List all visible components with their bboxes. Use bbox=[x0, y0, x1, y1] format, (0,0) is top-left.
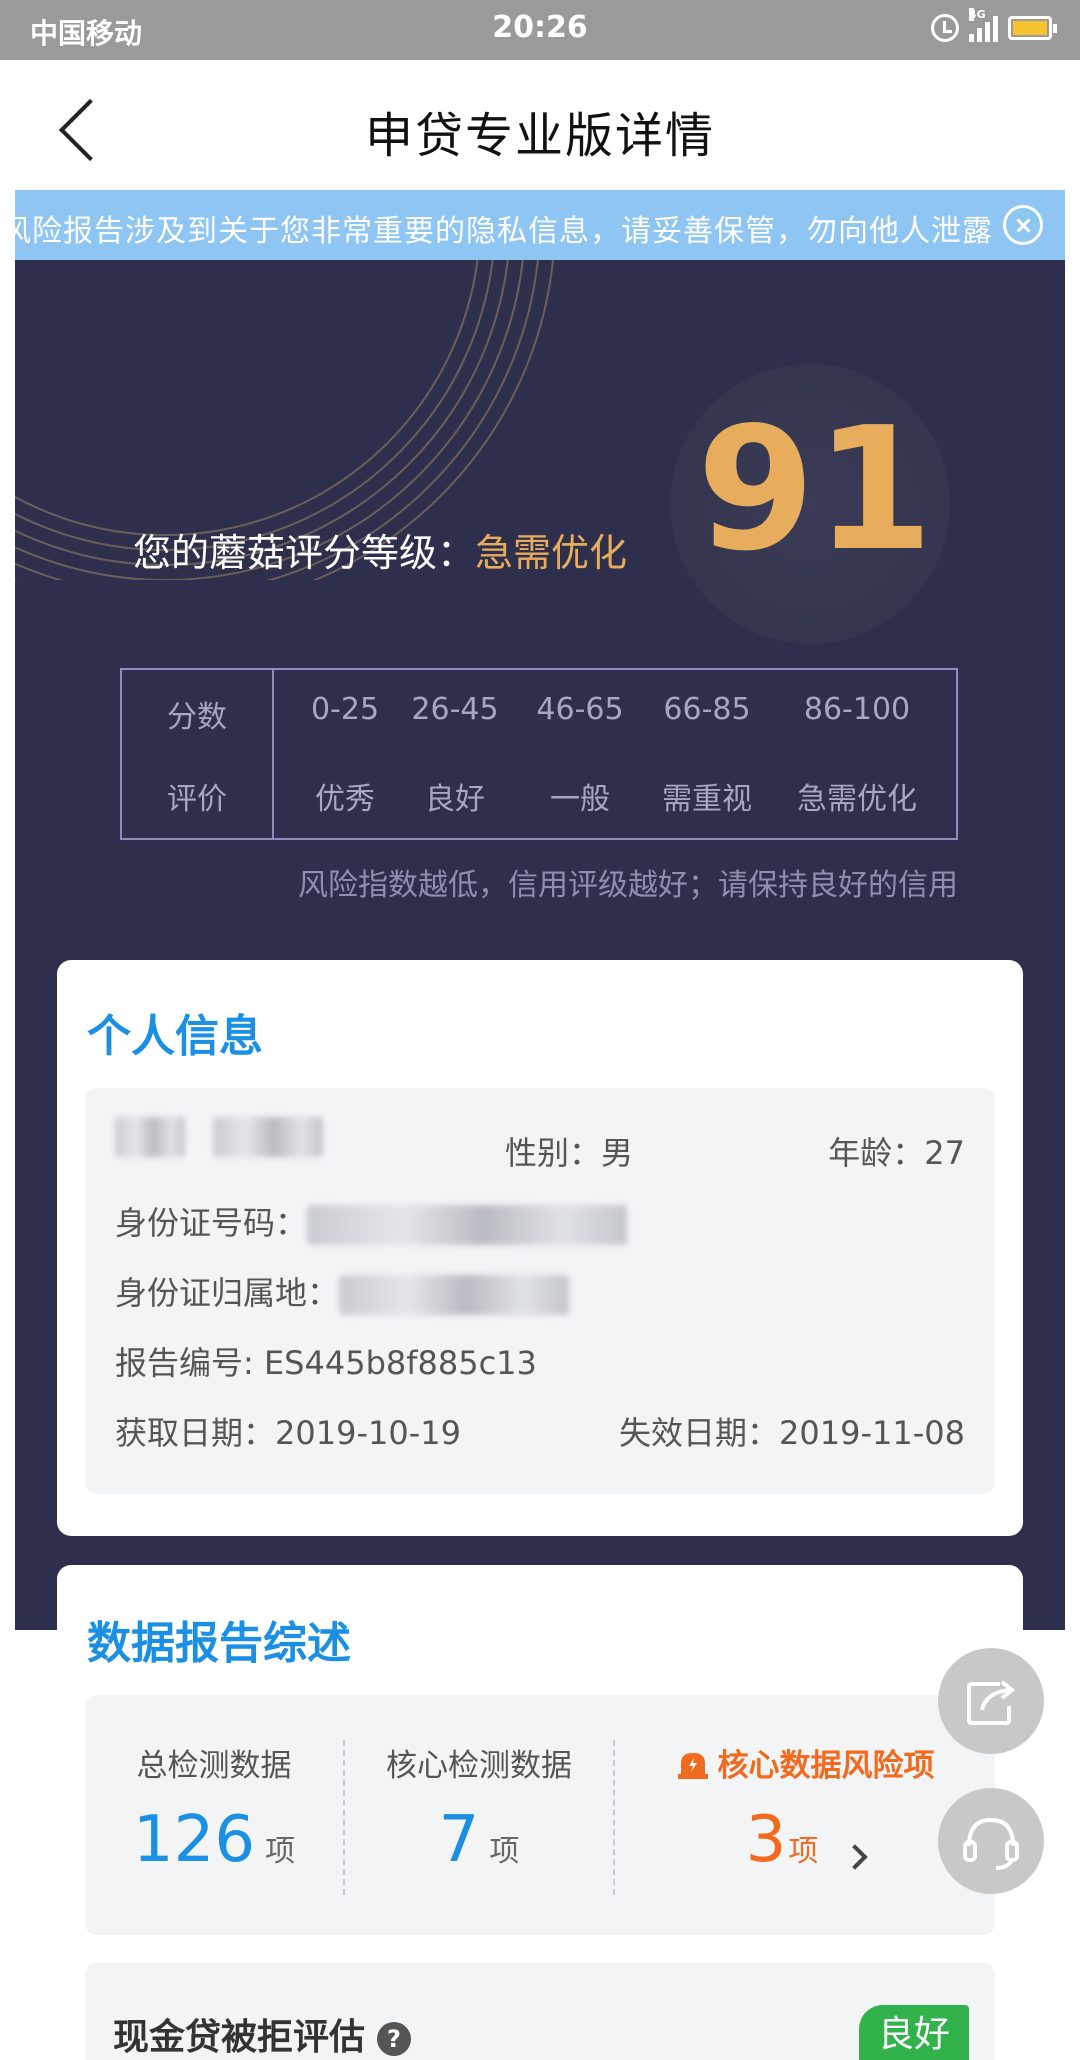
grade-table-header-rating: 评价 bbox=[167, 782, 227, 817]
privacy-notice-bar: 风险报告涉及到关于您非常重要的隐私信息，请妥善保管，勿向他人泄露 bbox=[15, 190, 1065, 260]
grade-range: 26-45 bbox=[411, 692, 499, 727]
core-risk-value: 3 bbox=[745, 1803, 787, 1877]
id-location-field: 身份证归属地： bbox=[115, 1268, 570, 1315]
id-number-field: 身份证号码： bbox=[115, 1198, 628, 1245]
grade-rating: 良好 bbox=[425, 782, 485, 817]
grade-label: 您的蘑菇评分等级：急需优化 bbox=[133, 522, 627, 577]
personal-info-title: 个人信息 bbox=[87, 1011, 263, 1062]
battery-icon bbox=[1008, 16, 1057, 40]
grade-range: 86-100 bbox=[803, 692, 911, 727]
status-icons: 4G bbox=[931, 8, 1057, 42]
expire-date: 失效日期：2019-11-08 bbox=[619, 1414, 965, 1452]
core-data-stat: 核心检测数据 7项 bbox=[345, 1695, 613, 1935]
grade-range: 0-25 bbox=[310, 692, 380, 727]
alarm-siren-icon bbox=[677, 1752, 708, 1779]
id-location-label: 身份证归属地： bbox=[115, 1274, 340, 1312]
total-data-label: 总检测数据 bbox=[136, 1748, 292, 1784]
network-type: 4G bbox=[969, 8, 986, 21]
share-icon bbox=[967, 1680, 1016, 1725]
personal-info-card: 个人信息 性别：男 年龄：27 身份证号码： 身份证归属地： 报告编号: ES4… bbox=[57, 960, 1023, 1536]
cash-loan-title: 现金贷被拒评估? bbox=[113, 2008, 412, 2060]
share-button[interactable] bbox=[938, 1648, 1044, 1754]
grade-rating: 一般 bbox=[550, 782, 610, 817]
acquire-date: 获取日期：2019-10-19 bbox=[115, 1414, 461, 1452]
core-data-label: 核心检测数据 bbox=[386, 1748, 572, 1784]
close-icon[interactable] bbox=[1003, 205, 1043, 245]
report-number: 报告编号: ES445b8f885c13 bbox=[115, 1344, 537, 1382]
status-bar: 中国移动 20:26 4G bbox=[0, 0, 1080, 60]
help-icon[interactable]: ? bbox=[377, 2022, 412, 2056]
personal-info-box: 性别：男 年龄：27 身份证号码： 身份证归属地： 报告编号: ES445b8f… bbox=[85, 1088, 995, 1494]
grade-table-header-score: 分数 bbox=[167, 700, 227, 735]
report-summary-title: 数据报告综述 bbox=[87, 1618, 351, 1669]
cash-loan-title-text: 现金贷被拒评估 bbox=[113, 2017, 366, 2058]
grade-note: 风险指数越低，信用评级越好；请保持良好的信用 bbox=[298, 868, 958, 903]
id-number-label: 身份证号码： bbox=[115, 1204, 308, 1242]
grade-range: 66-85 bbox=[663, 692, 751, 727]
gender-field: 性别：男 bbox=[505, 1134, 634, 1172]
status-time: 20:26 bbox=[492, 10, 588, 45]
chevron-right-icon[interactable] bbox=[842, 1843, 869, 1870]
signal-icon: 4G bbox=[969, 8, 998, 42]
total-data-stat: 总检测数据 126 项 bbox=[85, 1695, 343, 1935]
name-redacted bbox=[115, 1116, 324, 1157]
unit-label: 项 bbox=[489, 1834, 520, 1869]
core-data-value: 7 bbox=[438, 1803, 480, 1877]
notice-text: 风险报告涉及到关于您非常重要的隐私信息，请妥善保管，勿向他人泄露 bbox=[15, 214, 993, 249]
grade-rating: 需重视 bbox=[662, 782, 752, 817]
total-data-value: 126 bbox=[132, 1803, 256, 1877]
unit-label: 项 bbox=[788, 1834, 819, 1869]
grade-table: 分数 评价 0-25 26-45 46-65 66-85 86-100 优秀 良… bbox=[120, 668, 958, 840]
grade-rating: 急需优化 bbox=[797, 782, 917, 817]
grade-rating: 优秀 bbox=[315, 782, 375, 817]
core-risk-label: 核心数据风险项 bbox=[717, 1748, 935, 1784]
grade-label-prefix: 您的蘑菇评分等级： bbox=[133, 531, 476, 575]
report-summary-card: 数据报告综述 总检测数据 126 项 核心检测数据 7项 核心数据风险项 3项 现… bbox=[57, 1565, 1023, 2060]
nav-bar: 申贷专业版详情 bbox=[0, 60, 1080, 190]
score-value: 91 bbox=[696, 391, 934, 589]
grade-range: 46-65 bbox=[536, 692, 624, 727]
status-badge: 良好 bbox=[859, 2005, 969, 2060]
grade-value: 急需优化 bbox=[475, 531, 628, 575]
headset-icon bbox=[963, 1817, 1019, 1870]
cash-loan-rejection-item[interactable]: 现金贷被拒评估? 良好 bbox=[85, 1963, 995, 2060]
page-title: 申贷专业版详情 bbox=[364, 108, 715, 164]
alarm-icon bbox=[931, 14, 959, 42]
summary-stats: 总检测数据 126 项 核心检测数据 7项 核心数据风险项 3项 bbox=[85, 1695, 995, 1935]
unit-label: 项 bbox=[265, 1834, 296, 1869]
customer-service-button[interactable] bbox=[938, 1788, 1044, 1894]
age-field: 年龄：27 bbox=[828, 1134, 965, 1172]
